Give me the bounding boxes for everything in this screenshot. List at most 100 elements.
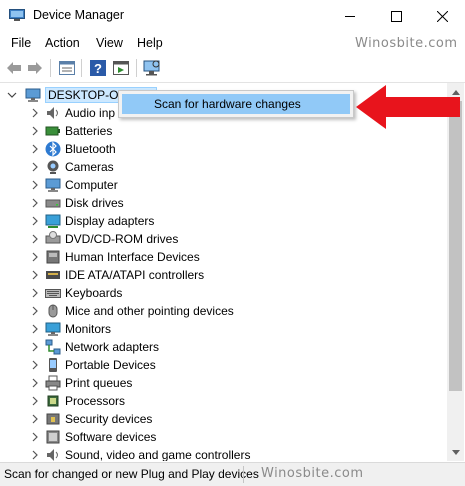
- toolbar: ?: [0, 54, 465, 83]
- chevron-right-icon[interactable]: [30, 287, 40, 299]
- scan-hardware-button[interactable]: [143, 59, 161, 77]
- menu-action[interactable]: Action: [45, 36, 80, 50]
- tree-item-label: Network adapters: [65, 340, 160, 354]
- chevron-right-icon[interactable]: [30, 359, 40, 371]
- tree-item[interactable]: Computer: [1, 176, 441, 194]
- tree-item[interactable]: DVD/CD-ROM drives: [1, 230, 441, 248]
- tree-item[interactable]: Display adapters: [1, 212, 441, 230]
- device-manager-app-icon: [9, 9, 25, 22]
- chevron-right-icon[interactable]: [30, 107, 40, 119]
- tree-item-label: Keyboards: [65, 286, 123, 300]
- menu-help[interactable]: Help: [137, 36, 163, 50]
- chevron-right-icon[interactable]: [30, 215, 40, 227]
- portable-device-icon: [45, 357, 61, 373]
- tree-item[interactable]: Human Interface Devices: [1, 248, 441, 266]
- tree-item-label: Monitors: [65, 322, 112, 336]
- software-device-icon: [45, 429, 61, 445]
- computer-root-icon: [25, 87, 41, 103]
- tree-item[interactable]: Disk drives: [1, 194, 441, 212]
- forward-button[interactable]: [26, 59, 44, 77]
- disk-drive-icon: [45, 195, 61, 211]
- chevron-right-icon[interactable]: [30, 251, 40, 263]
- tree-item-label: Security devices: [65, 412, 153, 426]
- minimize-button[interactable]: [327, 0, 373, 32]
- tree-item[interactable]: Sound, video and game controllers: [1, 446, 441, 461]
- tree-item[interactable]: Bluetooth: [1, 140, 441, 158]
- toolbar-separator: [50, 59, 51, 77]
- tree-item[interactable]: Processors: [1, 392, 441, 410]
- chevron-down-icon: [451, 449, 460, 455]
- tree-item-label: Sound, video and game controllers: [65, 448, 251, 461]
- device-tree[interactable]: DESKTOP-OD Audio inp Batteries Bluetooth Ca…: [1, 83, 447, 461]
- chevron-right-icon[interactable]: [30, 431, 40, 443]
- svg-text:?: ?: [94, 61, 102, 76]
- tree-item[interactable]: Network adapters: [1, 338, 441, 356]
- maximize-button[interactable]: [373, 0, 419, 32]
- context-menu: Scan for hardware changes: [118, 90, 354, 118]
- network-icon: [45, 339, 61, 355]
- close-button[interactable]: [419, 0, 465, 32]
- tree-item-label: Portable Devices: [65, 358, 156, 372]
- battery-icon: [45, 123, 61, 139]
- chevron-right-icon[interactable]: [30, 449, 40, 461]
- scan-hardware-icon: [143, 60, 160, 76]
- toolbar-separator: [81, 59, 82, 77]
- tree-item[interactable]: IDE ATA/ATAPI controllers: [1, 266, 441, 284]
- chevron-right-icon[interactable]: [30, 341, 40, 353]
- computer-icon: [45, 177, 61, 193]
- chevron-right-icon[interactable]: [30, 305, 40, 317]
- chevron-right-icon[interactable]: [30, 323, 40, 335]
- chevron-right-icon[interactable]: [30, 179, 40, 191]
- tree-item-label: Audio inp: [65, 106, 116, 120]
- menu-file[interactable]: File: [11, 36, 31, 50]
- tree-item[interactable]: Software devices: [1, 428, 441, 446]
- ide-controller-icon: [45, 267, 61, 283]
- tree-item[interactable]: Security devices: [1, 410, 441, 428]
- chevron-right-icon[interactable]: [30, 395, 40, 407]
- tree-item[interactable]: Mice and other pointing devices: [1, 302, 441, 320]
- camera-icon: [45, 159, 61, 175]
- status-text: Scan for changed or new Plug and Play de…: [4, 467, 259, 481]
- chevron-down-icon[interactable]: [7, 89, 17, 101]
- status-separator: [243, 466, 244, 483]
- status-bar: Scan for changed or new Plug and Play de…: [0, 462, 465, 486]
- menu-view[interactable]: View: [96, 36, 123, 50]
- tree-item-label: Print queues: [65, 376, 133, 390]
- chevron-right-icon[interactable]: [30, 377, 40, 389]
- tree-item[interactable]: Monitors: [1, 320, 441, 338]
- tree-item-label: DVD/CD-ROM drives: [65, 232, 179, 246]
- back-button[interactable]: [5, 59, 23, 77]
- title-bar: Device Manager: [0, 0, 465, 32]
- keyboard-icon: [45, 285, 61, 301]
- security-device-icon: [45, 411, 61, 427]
- tree-item[interactable]: Cameras: [1, 158, 441, 176]
- properties-button[interactable]: [58, 59, 76, 77]
- monitor-icon: [45, 321, 61, 337]
- chevron-right-icon[interactable]: [30, 161, 40, 173]
- dvd-icon: [45, 231, 61, 247]
- vertical-scrollbar[interactable]: [447, 83, 464, 461]
- tree-item[interactable]: Keyboards: [1, 284, 441, 302]
- tree-item[interactable]: Portable Devices: [1, 356, 441, 374]
- chevron-right-icon[interactable]: [30, 125, 40, 137]
- tree-item-label: Batteries: [65, 124, 113, 138]
- scroll-down-button[interactable]: [447, 444, 464, 461]
- tree-root-label: DESKTOP-OD: [48, 88, 128, 102]
- help-icon: ?: [90, 60, 106, 76]
- chevron-right-icon[interactable]: [30, 143, 40, 155]
- help-button[interactable]: ?: [89, 59, 107, 77]
- tree-item-label: Software devices: [65, 430, 157, 444]
- scrollbar-thumb[interactable]: [449, 101, 462, 391]
- tree-item[interactable]: Print queues: [1, 374, 441, 392]
- update-driver-button[interactable]: [112, 59, 130, 77]
- arrow-shape: [356, 85, 460, 129]
- chevron-right-icon[interactable]: [30, 197, 40, 209]
- scan-hardware-menu-item[interactable]: Scan for hardware changes: [122, 94, 350, 114]
- tree-item-label: Cameras: [65, 160, 114, 174]
- tree-item-label: Mice and other pointing devices: [65, 304, 234, 318]
- chevron-right-icon[interactable]: [30, 269, 40, 281]
- chevron-right-icon[interactable]: [30, 233, 40, 245]
- sound-icon: [45, 447, 61, 461]
- tree-item-label: Display adapters: [65, 214, 155, 228]
- chevron-right-icon[interactable]: [30, 413, 40, 425]
